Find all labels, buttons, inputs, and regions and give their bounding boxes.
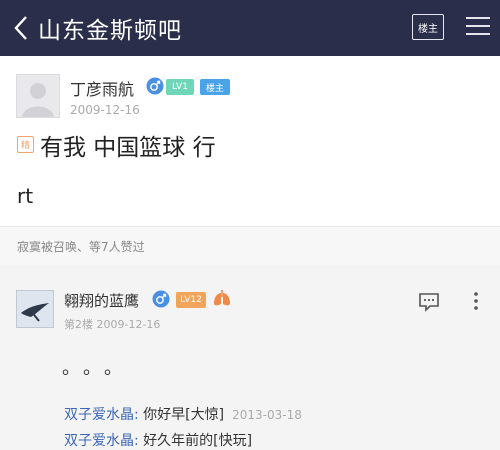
sub-reply-date: 2013-03-18	[232, 408, 302, 422]
sub-reply-text: 你好早[大惊]	[138, 407, 225, 423]
male-icon	[146, 77, 164, 99]
likes-bar: 寂寞被召唤、等7人赞过	[0, 226, 500, 265]
reply-username[interactable]: 翱翔的蓝鹰	[64, 290, 139, 311]
featured-badge: 精	[17, 136, 34, 153]
poster-username[interactable]: 丁彦雨航	[70, 76, 134, 100]
more-options-icon[interactable]	[472, 290, 480, 316]
post-title: 有我 中国篮球 行	[40, 135, 216, 161]
sub-reply-username[interactable]: 双子爱水晶:	[64, 433, 139, 449]
only-op-button[interactable]: 楼主	[412, 14, 444, 40]
avatar[interactable]	[16, 290, 54, 328]
op-badge: 楼主	[200, 79, 230, 95]
sub-reply: 双子爱水晶: 好久年前的[快玩]	[64, 430, 252, 450]
floor-info: 第2楼 2009-12-16	[64, 318, 161, 331]
avatar[interactable]	[16, 74, 60, 118]
forum-title: 山东金斯顿吧	[38, 18, 182, 44]
post-date: 2009-12-16	[70, 103, 140, 117]
eagle-avatar-icon	[17, 291, 53, 327]
back-arrow-icon[interactable]	[6, 0, 36, 56]
default-avatar-icon	[22, 83, 54, 117]
level-badge: LV12	[176, 292, 206, 308]
menu-icon[interactable]	[465, 15, 491, 37]
reply-content: 。。。	[62, 358, 134, 379]
level-badge: LV1	[166, 79, 194, 95]
reply-floor-2: 翱翔的蓝鹰 LV12 第2楼 2009-12-16 。。。 双子爱水晶: 你好早…	[0, 272, 500, 449]
likes-text[interactable]: 寂寞被召唤、等7人赞过	[17, 238, 145, 255]
comment-icon[interactable]	[418, 292, 440, 316]
post-body: rt	[17, 184, 34, 208]
sub-reply-username[interactable]: 双子爱水晶:	[64, 407, 139, 423]
top-bar: 山东金斯顿吧 楼主	[0, 0, 500, 56]
male-icon	[152, 290, 170, 312]
sub-reply-text: 好久年前的[快玩]	[138, 433, 253, 449]
sub-reply: 双子爱水晶: 你好早[大惊] 2013-03-18	[64, 404, 302, 424]
lungs-icon	[212, 290, 232, 312]
